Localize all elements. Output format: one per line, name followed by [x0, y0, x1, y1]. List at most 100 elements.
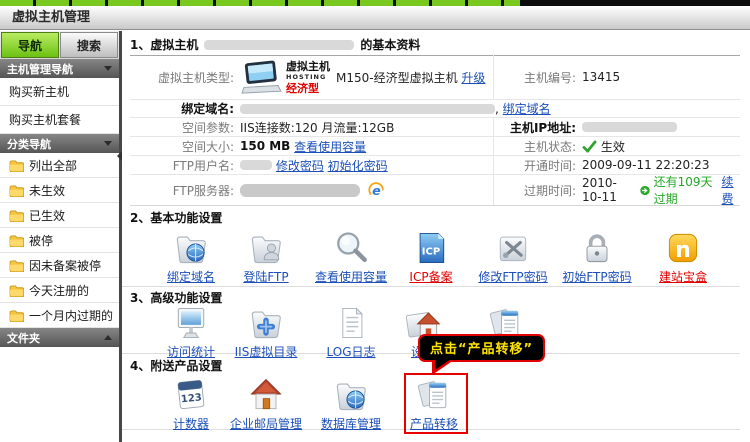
open-time-label: 开通时间: [494, 157, 576, 174]
function-item[interactable]: 数据库管理 [308, 375, 394, 432]
sidebar-group-label: 主机管理导航 [7, 61, 73, 77]
page-title: 虚拟主机管理 [0, 6, 750, 30]
chevron-up-icon [104, 335, 112, 340]
sidebar-item[interactable]: 未生效 [0, 178, 119, 203]
folder-icon [9, 233, 24, 247]
sidebar-item[interactable]: 一个月内过期的 [0, 303, 119, 328]
function-item[interactable]: n建站宝盒 [640, 228, 726, 285]
section2-title: 2、基本功能设置 [130, 209, 222, 226]
function-item-label[interactable]: 修改FTP密码 [478, 270, 547, 284]
virtual-host-manager-window: 虚拟主机管理 导航搜索 主机管理导航购买新主机购买主机套餐分类导航列出全部未生效… [0, 0, 750, 442]
sidebar-item-label: 列出全部 [29, 157, 77, 174]
ftp-server-label: FTP服务器: [130, 182, 234, 199]
table-row: 空间参数: IIS连接数:120 月流量:12GB 主机IP地址: [130, 118, 740, 137]
house-icon [244, 375, 288, 415]
redacted-domain [240, 104, 495, 114]
bind-domain-link[interactable]: 绑定域名 [503, 100, 551, 117]
renew-link[interactable]: 续费 [721, 173, 740, 207]
function-item[interactable]: IIS虚拟目录 [223, 303, 309, 360]
folder-icon [9, 258, 24, 272]
reset-password-link[interactable]: 初始化密码 [328, 157, 388, 174]
logo-title: 虚拟主机 [286, 61, 330, 72]
sidebar-item[interactable]: 因未备案被停 [0, 253, 119, 278]
change-password-link[interactable]: 修改密码 [276, 157, 324, 174]
green-arrow-icon [640, 184, 650, 197]
sidebar-tab-nav[interactable]: 导航 [1, 32, 59, 58]
function-item[interactable]: ICP ICP备案 [388, 228, 474, 285]
sidebar-item-label: 被停 [29, 232, 53, 249]
table-row: 空间大小: 150 MB 查看使用容量 主机状态: 生效 [130, 137, 740, 156]
function-item-label[interactable]: 数据库管理 [321, 417, 381, 431]
sidebar-item[interactable]: 列出全部 [0, 153, 119, 178]
host-status-label: 主机状态: [494, 138, 576, 155]
redacted-ftp-user [240, 160, 272, 170]
sidebar-item[interactable]: 购买新主机 [0, 78, 119, 106]
sidebar-group-header[interactable]: 文件夹 [0, 328, 119, 347]
ie-browser-icon[interactable]: e [368, 182, 385, 199]
section1-title-suffix: 的基本资料 [360, 36, 420, 53]
sidebar-item-label: 已生效 [29, 207, 65, 224]
main-content: 1、虚拟主机 的基本资料 虚拟主机类型: [122, 31, 750, 442]
hosting-logo: 虚拟主机 HOSTING 经济型 [240, 59, 330, 95]
expire-date-value: 2010-10-11 [582, 176, 636, 204]
function-item-label[interactable]: 建站宝盒 [659, 270, 707, 284]
logo-subtitle: HOSTING [286, 72, 330, 83]
callout-text: 点击“产品转移” [430, 342, 533, 357]
expire-time-label: 过期时间: [494, 182, 576, 199]
function-item[interactable]: 绑定域名 [148, 228, 234, 285]
highlight-box-product-transfer [404, 373, 468, 434]
function-item[interactable]: 登陆FTP [223, 228, 309, 285]
sidebar-tab-search[interactable]: 搜索 [60, 32, 118, 58]
sidebar-item[interactable]: 被停 [0, 228, 119, 253]
ftp-user-label: FTP用户名: [130, 157, 234, 174]
upgrade-link[interactable]: 升级 [461, 69, 485, 86]
function-item[interactable]: 企业邮局管理 [223, 375, 309, 432]
redacted-ip [582, 122, 677, 132]
space-size-label: 空间大小: [130, 138, 234, 155]
sidebar-group-label: 分类导航 [7, 136, 51, 152]
sidebar-item[interactable]: 已生效 [0, 203, 119, 228]
redacted-ftp-server [240, 184, 360, 197]
function-item[interactable]: 访问统计 [148, 303, 234, 360]
callout-balloon: 点击“产品转移” [418, 334, 545, 362]
function-item-label[interactable]: 企业邮局管理 [230, 417, 302, 431]
function-item-label[interactable]: 初始FTP密码 [562, 270, 631, 284]
sidebar-group-label: 文件夹 [7, 330, 40, 346]
function-item-label[interactable]: LOG日志 [326, 345, 375, 359]
function-item-label[interactable]: IIS虚拟目录 [235, 345, 298, 359]
chevron-down-icon [104, 141, 112, 146]
function-item[interactable]: 查看使用容量 [308, 228, 394, 285]
sidebar-group-header[interactable]: 主机管理导航 [0, 59, 119, 78]
function-item-label[interactable]: 计数器 [173, 417, 209, 431]
sidebar-item-label: 今天注册的 [29, 282, 89, 299]
sidebar-item-label: 未生效 [29, 182, 65, 199]
folder-icon [9, 308, 24, 322]
function-item[interactable]: 123 计数器 [148, 375, 234, 432]
callout-tail [435, 359, 451, 370]
sidebar-group-header[interactable]: 分类导航 [0, 134, 119, 153]
table-row: 绑定域名: , 绑定域名 [130, 100, 740, 118]
function-item[interactable]: 修改FTP密码 [470, 228, 556, 285]
sidebar-item-label: 因未备案被停 [29, 257, 101, 274]
function-item[interactable]: 初始FTP密码 [554, 228, 640, 285]
view-usage-link[interactable]: 查看使用容量 [294, 138, 366, 155]
monitor-stats-icon [169, 303, 213, 343]
sidebar-groups: 主机管理导航购买新主机购买主机套餐分类导航列出全部未生效已生效被停因未备案被停今… [0, 59, 119, 347]
function-item-label[interactable]: 绑定域名 [167, 270, 215, 284]
folder-icon [9, 208, 24, 222]
sidebar-item-label: 购买主机套餐 [9, 111, 81, 128]
icp-doc-icon: ICP [409, 228, 453, 268]
sidebar-item[interactable]: 购买主机套餐 [0, 106, 119, 134]
section1-title-prefix: 1、虚拟主机 [130, 36, 198, 53]
function-item-label[interactable]: 查看使用容量 [315, 270, 387, 284]
host-info-table: 虚拟主机类型: 虚拟主机 HOSTING [130, 55, 740, 206]
folder-plus-icon [244, 303, 288, 343]
space-size-value: 150 MB [240, 139, 290, 153]
function-item-label[interactable]: 登陆FTP [243, 270, 288, 284]
section4-title: 4、附送产品设置 [130, 357, 222, 374]
sidebar-item[interactable]: 今天注册的 [0, 278, 119, 303]
folder-icon [9, 283, 24, 297]
svg-text:123: 123 [180, 392, 202, 405]
host-ip-label: 主机IP地址: [494, 119, 576, 136]
function-item-label[interactable]: ICP备案 [409, 270, 452, 284]
